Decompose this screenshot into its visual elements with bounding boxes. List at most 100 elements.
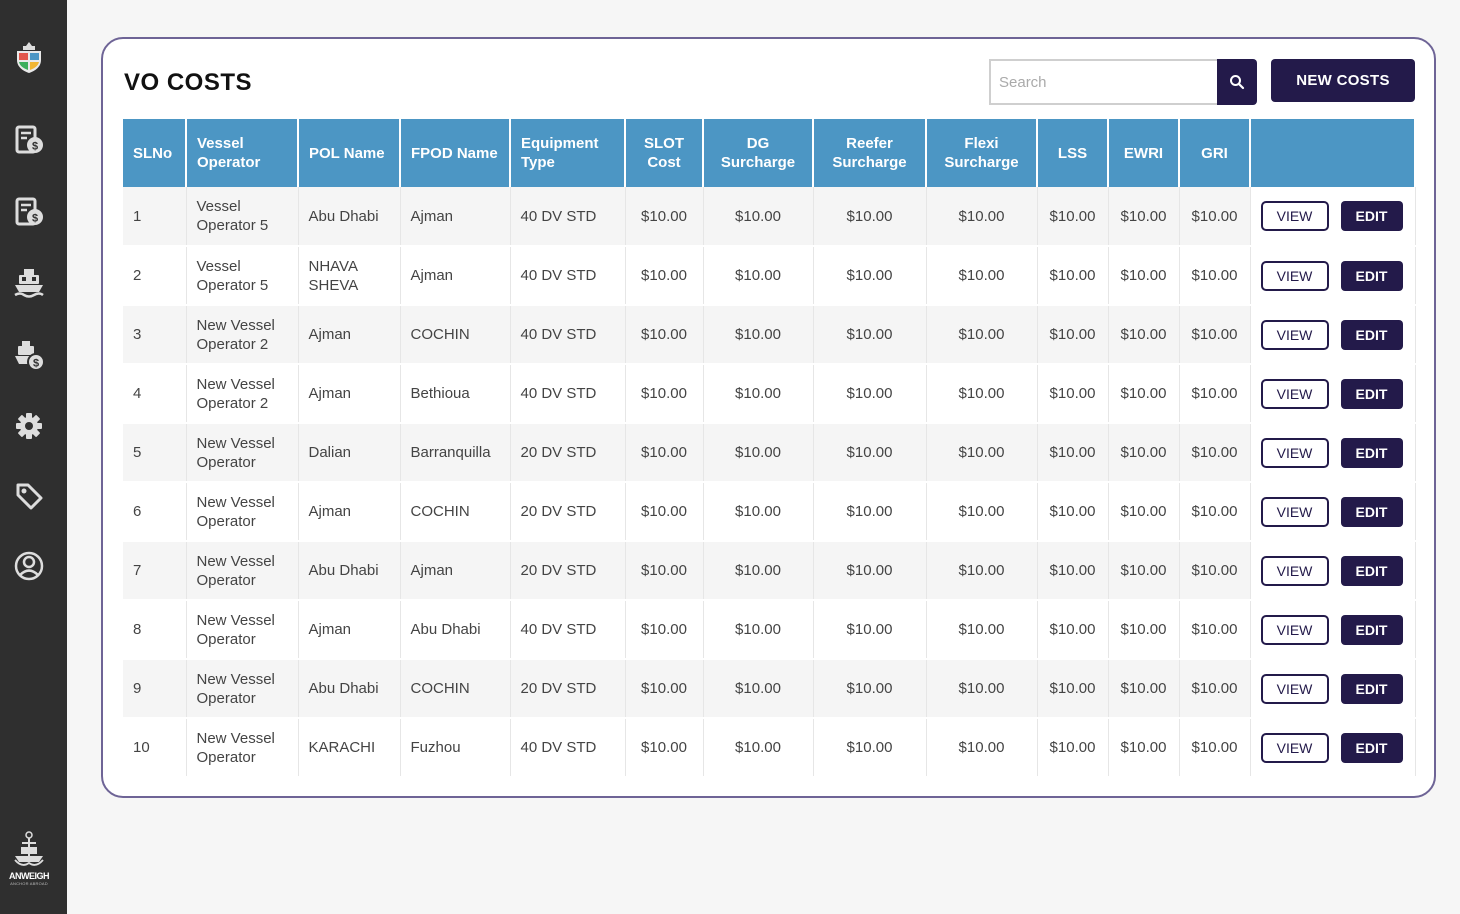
header-gri: GRI: [1179, 119, 1251, 187]
cell-flexi-surcharge: $10.00: [926, 659, 1038, 719]
cell-slno: 8: [123, 600, 187, 660]
cell-slno: 4: [123, 364, 187, 424]
cell-slno: 1: [123, 187, 187, 247]
header-slot-cost: SLOT Cost: [625, 119, 704, 187]
table-body: 1 Vessel Operator 5 Abu Dhabi Ajman 40 DV ST…: [123, 187, 1416, 778]
cell-slno: 9: [123, 659, 187, 719]
cell-vessel-operator: New Vessel Operator 2: [186, 364, 299, 424]
table-row: 5 New Vessel Operator Dalian Barranquilla 20…: [123, 423, 1416, 483]
page-title: VO COSTS: [124, 69, 253, 96]
cell-gri: $10.00: [1179, 423, 1251, 483]
edit-button[interactable]: EDIT: [1340, 555, 1403, 586]
search-button[interactable]: [1217, 59, 1257, 105]
edit-button[interactable]: EDIT: [1340, 437, 1403, 468]
cell-ewri: $10.00: [1108, 423, 1180, 483]
cell-vessel-operator: New Vessel Operator: [186, 600, 299, 660]
cell-slno: 5: [123, 423, 187, 483]
cell-ewri: $10.00: [1108, 187, 1180, 247]
brand-name: ANWEIGH: [9, 871, 50, 881]
cell-dg-surcharge: $10.00: [703, 600, 814, 660]
row-actions: VIEW EDIT: [1260, 260, 1405, 291]
svg-text:$: $: [32, 141, 38, 153]
view-button[interactable]: VIEW: [1260, 437, 1329, 468]
cell-lss: $10.00: [1037, 600, 1109, 660]
search-bar: [989, 59, 1259, 105]
search-input[interactable]: [989, 59, 1217, 105]
view-button[interactable]: VIEW: [1260, 496, 1329, 527]
cell-lss: $10.00: [1037, 364, 1109, 424]
edit-button[interactable]: EDIT: [1340, 378, 1403, 409]
edit-button[interactable]: EDIT: [1340, 260, 1403, 291]
logo-shield-icon[interactable]: [12, 40, 46, 74]
cell-slot-cost: $10.00: [625, 718, 704, 778]
header-pol-name: POL Name: [298, 119, 401, 187]
edit-button[interactable]: EDIT: [1340, 201, 1403, 231]
view-button[interactable]: VIEW: [1260, 732, 1329, 763]
header-ewri: EWRI: [1108, 119, 1180, 187]
cell-actions: VIEW EDIT: [1250, 482, 1416, 542]
ship-dollar-icon[interactable]: $: [12, 338, 46, 372]
cell-slot-cost: $10.00: [625, 187, 704, 247]
header-equipment-type: Equipment Type: [510, 119, 626, 187]
edit-button[interactable]: EDIT: [1340, 319, 1403, 350]
cell-vessel-operator: New Vessel Operator: [186, 482, 299, 542]
cell-equipment-type: 40 DV STD: [510, 718, 626, 778]
cell-slno: 3: [123, 305, 187, 365]
cell-gri: $10.00: [1179, 541, 1251, 601]
cell-gri: $10.00: [1179, 600, 1251, 660]
invoice-dollar-icon[interactable]: $: [12, 123, 46, 157]
cell-pol-name: Ajman: [298, 482, 401, 542]
view-button[interactable]: VIEW: [1260, 378, 1329, 409]
cell-reefer-surcharge: $10.00: [813, 423, 927, 483]
cell-reefer-surcharge: $10.00: [813, 246, 927, 306]
view-button[interactable]: VIEW: [1260, 260, 1329, 291]
user-circle-icon[interactable]: [12, 549, 46, 583]
cell-lss: $10.00: [1037, 659, 1109, 719]
search-icon: [1230, 75, 1245, 90]
cell-ewri: $10.00: [1108, 600, 1180, 660]
cell-ewri: $10.00: [1108, 659, 1180, 719]
tag-icon[interactable]: [12, 479, 46, 513]
cell-lss: $10.00: [1037, 305, 1109, 365]
view-button[interactable]: VIEW: [1260, 201, 1329, 231]
edit-button[interactable]: EDIT: [1340, 496, 1403, 527]
cell-actions: VIEW EDIT: [1250, 364, 1416, 424]
header-flexi-surcharge: Flexi Surcharge: [926, 119, 1038, 187]
cell-lss: $10.00: [1037, 541, 1109, 601]
table-row: 9 New Vessel Operator Abu Dhabi COCHIN 20 DV…: [123, 659, 1416, 719]
header-vessel-operator: Vessel Operator: [186, 119, 299, 187]
cell-vessel-operator: New Vessel Operator 2: [186, 305, 299, 365]
vo-costs-table: SLNo Vessel Operator POL Name FPOD Name …: [123, 119, 1416, 778]
cell-reefer-surcharge: $10.00: [813, 718, 927, 778]
invoice-dollar-alt-icon[interactable]: $: [12, 195, 46, 229]
cell-fpod-name: Ajman: [400, 541, 511, 601]
view-button[interactable]: VIEW: [1260, 614, 1329, 645]
cell-gri: $10.00: [1179, 659, 1251, 719]
cell-dg-surcharge: $10.00: [703, 482, 814, 542]
cell-equipment-type: 20 DV STD: [510, 423, 626, 483]
view-button[interactable]: VIEW: [1260, 319, 1329, 350]
table-header: SLNo Vessel Operator POL Name FPOD Name …: [123, 119, 1416, 187]
sidebar: $ $ $ ANWEIGH ANCHOR ABROAD: [0, 0, 67, 914]
cell-fpod-name: COCHIN: [400, 659, 511, 719]
cell-reefer-surcharge: $10.00: [813, 659, 927, 719]
row-actions: VIEW EDIT: [1260, 201, 1405, 231]
cell-fpod-name: Barranquilla: [400, 423, 511, 483]
new-costs-button[interactable]: NEW COSTS: [1271, 59, 1415, 102]
edit-button[interactable]: EDIT: [1340, 673, 1403, 704]
cell-lss: $10.00: [1037, 187, 1109, 247]
edit-button[interactable]: EDIT: [1340, 614, 1403, 645]
cell-reefer-surcharge: $10.00: [813, 305, 927, 365]
cell-flexi-surcharge: $10.00: [926, 600, 1038, 660]
view-button[interactable]: VIEW: [1260, 673, 1329, 704]
cell-flexi-surcharge: $10.00: [926, 246, 1038, 306]
cell-ewri: $10.00: [1108, 541, 1180, 601]
header-slno: SLNo: [123, 119, 187, 187]
gear-icon[interactable]: [12, 409, 46, 443]
view-button[interactable]: VIEW: [1260, 555, 1329, 586]
ship-icon[interactable]: [12, 265, 46, 299]
cell-flexi-surcharge: $10.00: [926, 364, 1038, 424]
cell-actions: VIEW EDIT: [1250, 423, 1416, 483]
edit-button[interactable]: EDIT: [1340, 732, 1403, 763]
cell-slno: 2: [123, 246, 187, 306]
